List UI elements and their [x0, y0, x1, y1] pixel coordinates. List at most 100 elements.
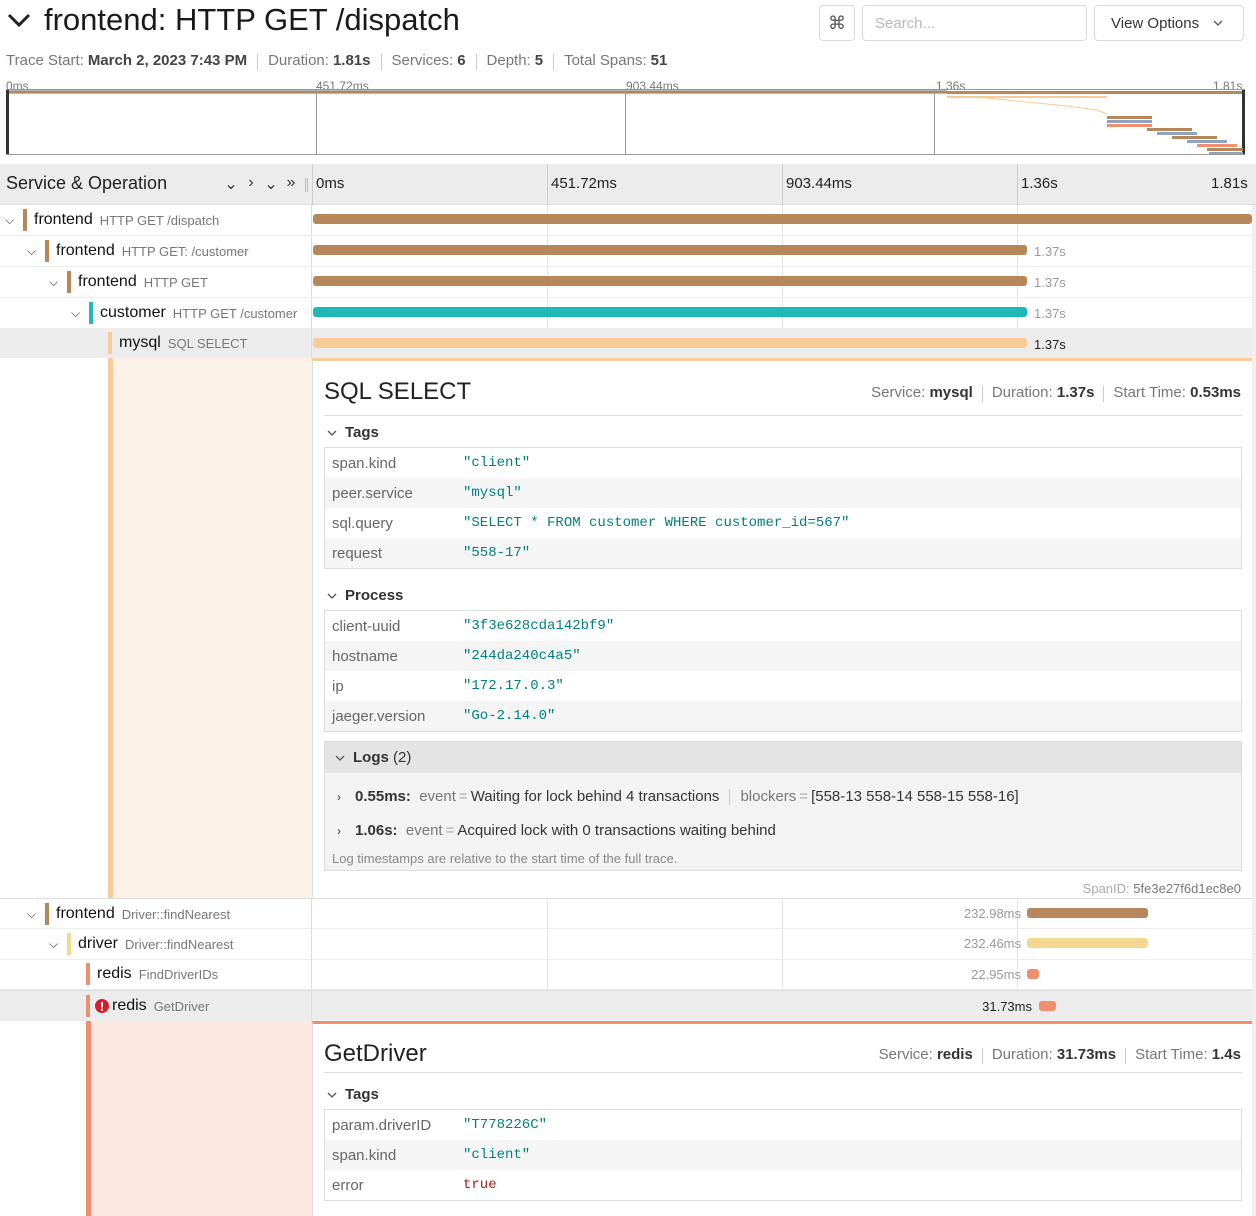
logs-section-toggle[interactable]: Logs (2) [325, 742, 1241, 773]
search-input[interactable] [862, 5, 1087, 41]
services-label: Services: [391, 52, 454, 69]
span-bar[interactable] [1027, 938, 1148, 948]
expand-one-icon[interactable]: › [244, 174, 258, 194]
detail-start-label: Start Time: [1135, 1046, 1208, 1063]
tag-value: "SELECT * FROM customer WHERE customer_i… [463, 515, 850, 531]
tag-row: param.driverID "T778226C" [325, 1110, 1241, 1140]
tags-section-toggle[interactable]: Tags [327, 1086, 379, 1103]
span-row[interactable]: ⌵ customer HTTP GET /customer 1.37s [0, 298, 1256, 329]
span-service: driver [78, 935, 119, 952]
service-color-bar [108, 332, 112, 354]
service-color-bar [67, 271, 71, 293]
service-color-bar [45, 903, 49, 925]
span-id: SpanID: 5fe3e27f6d1ec8e0 [1083, 881, 1241, 896]
tags-label: Tags [345, 424, 379, 441]
tag-row: span.kind "client" [325, 1140, 1241, 1170]
timeline-header: Service & Operation ⌄ › ⌄ » 0ms 451.72ms… [0, 164, 1256, 205]
tag-value: true [463, 1177, 497, 1193]
chevron-down-icon[interactable]: ⌵ [71, 306, 83, 321]
detail-meta: Service: redis Duration: 31.73ms Start T… [879, 1046, 1241, 1064]
log-entry[interactable]: › 0.55ms: event = Waiting for lock behind … [337, 788, 1019, 805]
chevron-down-icon[interactable]: ⌵ [27, 907, 39, 922]
minimap-left-handle[interactable] [6, 90, 9, 154]
span-row-selected[interactable]: mysql SQL SELECT 1.37s [0, 328, 1256, 358]
span-bar[interactable] [1027, 969, 1039, 979]
tags-section-toggle[interactable]: Tags [327, 424, 379, 441]
tag-row: error true [325, 1170, 1241, 1200]
detail-service: redis [936, 1046, 973, 1063]
collapse-all-icon[interactable]: » [284, 174, 298, 194]
tag-key: sql.query [332, 514, 393, 532]
tag-row: request "558-17" [325, 538, 1241, 568]
chevron-down-icon[interactable]: ⌵ [5, 213, 17, 228]
span-id-label: SpanID: [1082, 881, 1130, 896]
chevron-right-icon: › [337, 789, 341, 804]
span-bar[interactable] [313, 338, 1027, 348]
process-section-toggle[interactable]: Process [327, 587, 403, 604]
span-row[interactable]: ⌵ frontend Driver::findNearest 232.98ms [0, 898, 1256, 929]
view-options-button[interactable]: View Options [1094, 5, 1244, 41]
span-bar[interactable] [1027, 908, 1148, 918]
tag-value: "client" [463, 455, 531, 471]
command-key-icon: ⌘ [828, 12, 846, 33]
span-service: redis [97, 965, 132, 982]
span-operation: HTTP GET /dispatch [99, 212, 220, 228]
tag-key: error [332, 1176, 364, 1194]
tag-row: peer.service "mysql" [325, 478, 1241, 508]
span-duration: 232.46ms [963, 936, 1021, 951]
detail-start: 0.53ms [1190, 384, 1241, 401]
log-entry[interactable]: › 1.06s: event = Acquired lock with 0 tran… [337, 822, 776, 839]
service-color-bar [86, 963, 90, 985]
span-bar[interactable] [313, 276, 1027, 286]
detail-duration-label: Duration: [991, 1046, 1053, 1063]
span-operation: SQL SELECT [167, 335, 248, 351]
chevron-down-icon[interactable]: ⌵ [49, 937, 61, 952]
span-row[interactable]: ⌵ frontend HTTP GET: /customer 1.37s [0, 236, 1256, 267]
depth-label: Depth: [486, 52, 531, 69]
service-color-bar [67, 933, 71, 955]
log-key: event [419, 788, 456, 805]
chevron-down-icon [335, 755, 345, 761]
span-row-selected[interactable]: redis GetDriver 31.73ms [0, 990, 1256, 1021]
expand-all-icon[interactable]: ⌄ [264, 174, 278, 194]
process-table: client-uuid "3f3e628cda142bf9" hostname "2… [324, 610, 1242, 732]
chevron-down-icon [7, 13, 31, 28]
process-row: hostname "244da240c4a5" [325, 641, 1241, 671]
span-bar[interactable] [313, 307, 1027, 317]
span-bar[interactable] [1039, 1001, 1056, 1011]
chevron-down-icon [327, 1092, 337, 1098]
span-row[interactable]: ⌵ driver Driver::findNearest 232.46ms [0, 929, 1256, 960]
chevron-down-icon[interactable]: ⌵ [27, 244, 39, 259]
process-key: hostname [332, 647, 398, 665]
keyboard-shortcuts-button[interactable]: ⌘ [819, 5, 855, 41]
span-service: frontend [56, 905, 115, 922]
detail-service-label: Service: [871, 384, 926, 401]
log-value: Acquired lock with 0 transactions waitin… [457, 822, 776, 839]
column-resize-handle[interactable] [305, 178, 308, 192]
span-service: redis [112, 997, 147, 1014]
tag-value: "client" [463, 1147, 531, 1163]
collapse-one-icon[interactable]: ⌄ [224, 174, 238, 194]
detail-duration: 1.37s [1056, 384, 1095, 401]
span-row[interactable]: ⌵ frontend HTTP GET /dispatch [0, 205, 1256, 236]
services-value: 6 [457, 52, 466, 69]
logs-count: (2) [393, 749, 412, 766]
log-key: event [405, 822, 443, 839]
process-key: ip [332, 677, 344, 695]
span-row[interactable]: ⌵ frontend HTTP GET 1.37s [0, 267, 1256, 298]
span-row[interactable]: redis FindDriverIDs 22.95ms [0, 959, 1256, 990]
timeline-tick: 903.44ms [786, 175, 852, 192]
log-value: [558-13 558-14 558-15 558-16] [811, 788, 1019, 805]
scrollbar[interactable] [1252, 205, 1256, 1216]
tags-table: span.kind "client" peer.service "mysql" sq… [324, 447, 1242, 569]
chevron-down-icon[interactable]: ⌵ [49, 275, 61, 290]
span-duration: 1.37s [1034, 337, 1066, 352]
span-bar[interactable] [313, 214, 1252, 224]
process-row: client-uuid "3f3e628cda142bf9" [325, 611, 1241, 641]
trace-minimap[interactable] [6, 89, 1245, 155]
detail-service: mysql [929, 384, 973, 401]
trace-title[interactable]: frontend: HTTP GET /dispatch [6, 2, 460, 38]
span-bar[interactable] [313, 245, 1027, 255]
span-operation: FindDriverIDs [138, 966, 219, 982]
span-duration: 1.37s [1034, 244, 1066, 259]
